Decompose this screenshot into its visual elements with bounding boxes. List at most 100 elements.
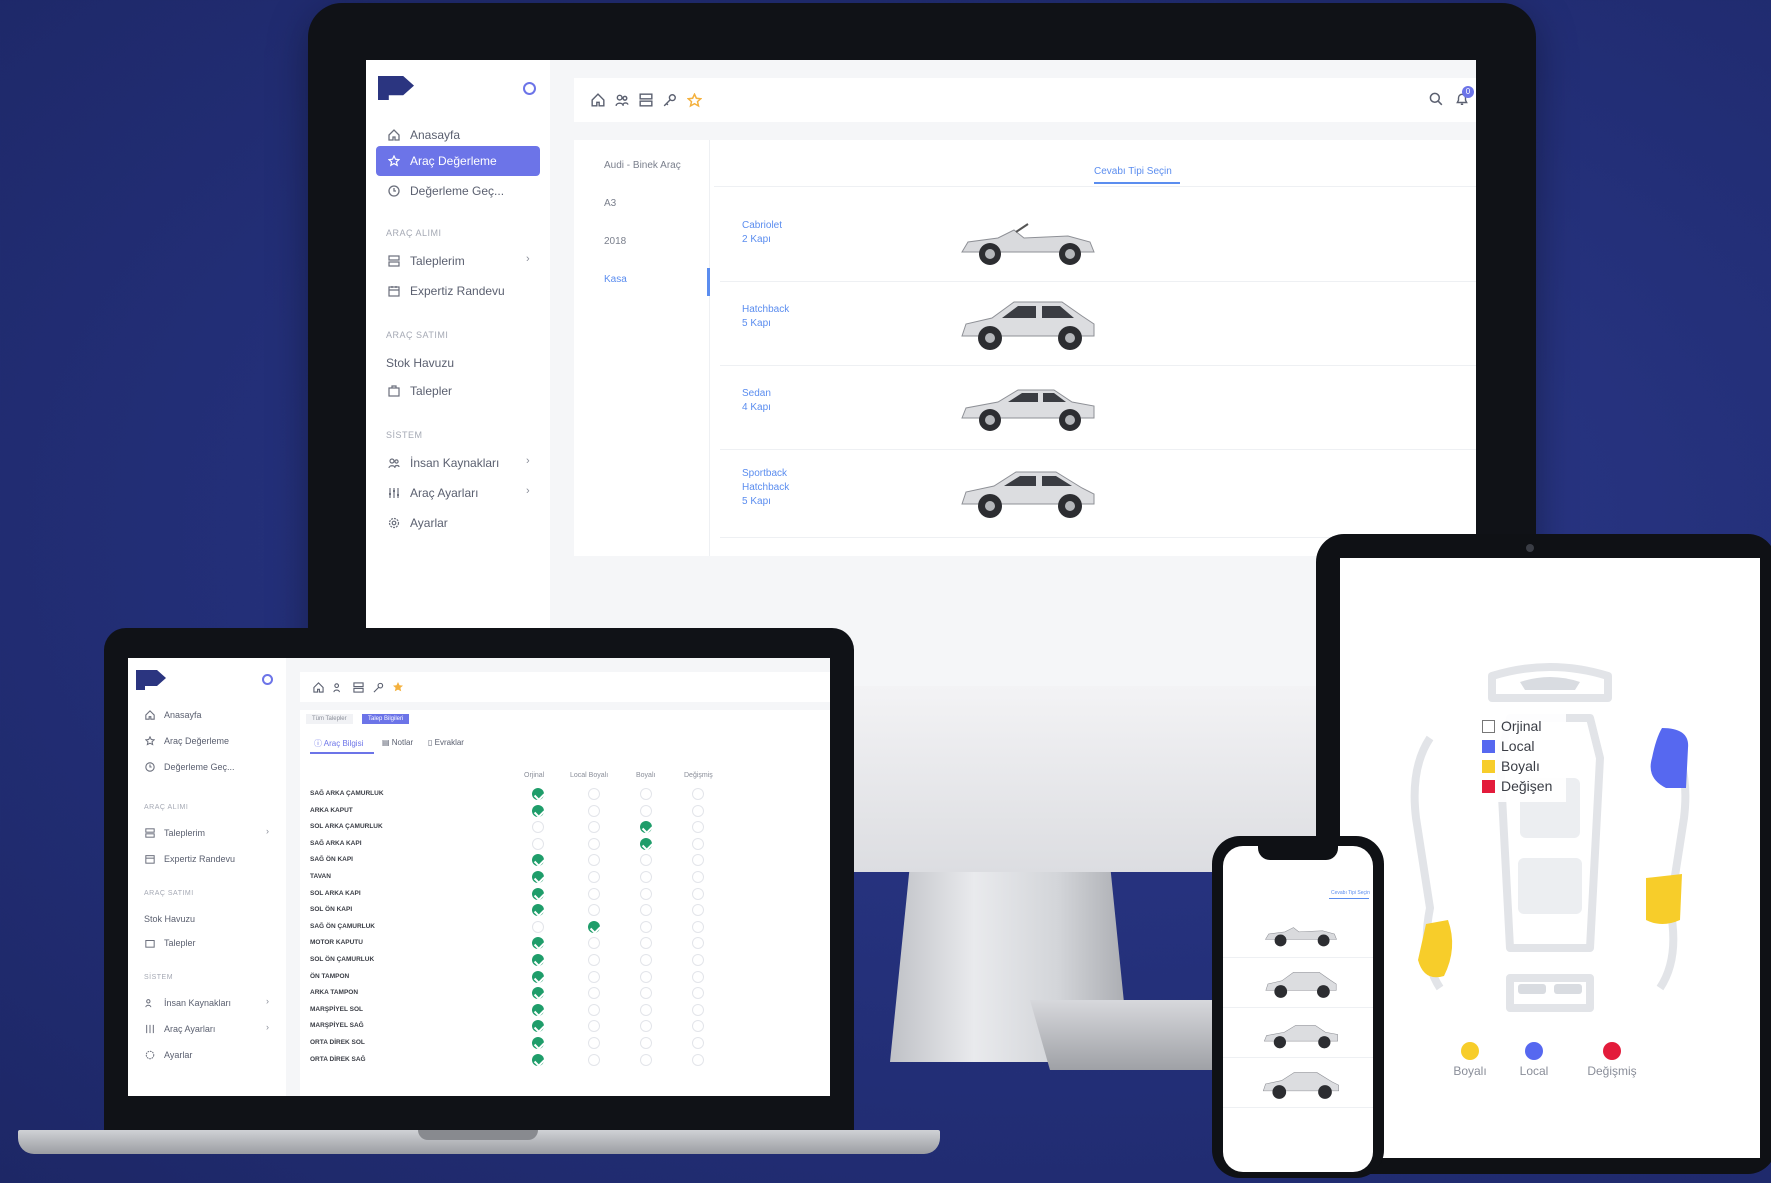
- star-icon[interactable]: [388, 681, 408, 693]
- sidebar-item-ayarlar[interactable]: Ayarlar: [376, 510, 540, 536]
- unchecked-radio[interactable]: [532, 837, 544, 850]
- unchecked-radio[interactable]: [640, 854, 652, 867]
- unchecked-radio[interactable]: [588, 887, 600, 900]
- checked-radio[interactable]: [532, 937, 544, 950]
- unchecked-radio[interactable]: [588, 1003, 600, 1016]
- unchecked-radio[interactable]: [692, 854, 704, 867]
- body-option-sportback[interactable]: Sportback Hatchback 5 Kapı: [720, 450, 1476, 538]
- checked-radio[interactable]: [532, 1053, 544, 1066]
- sidebar-item-arac-degerleme[interactable]: Araç Değerleme: [144, 732, 229, 750]
- checked-radio[interactable]: [532, 1020, 544, 1033]
- home-icon[interactable]: [308, 681, 328, 693]
- unchecked-radio[interactable]: [692, 887, 704, 900]
- unchecked-radio[interactable]: [692, 970, 704, 983]
- collapse-sidebar-button[interactable]: [523, 82, 536, 95]
- checked-radio[interactable]: [640, 837, 652, 850]
- sidebar-item-anasayfa[interactable]: Anasayfa: [144, 706, 202, 724]
- phone-body-option-sedan[interactable]: [1223, 1008, 1373, 1058]
- sidebar-item-insan-kaynaklari[interactable]: İnsan Kaynakları: [144, 994, 231, 1012]
- checked-radio[interactable]: [532, 804, 544, 817]
- subtab-arac-bilgisi[interactable]: ⓘ Araç Bilgisi: [314, 738, 363, 749]
- tab-cevabi-tipi[interactable]: Cevabı Tipi Seçin: [1094, 166, 1172, 177]
- checked-radio[interactable]: [588, 920, 600, 933]
- sidebar-item-insan-kaynaklari[interactable]: İnsan Kaynakları: [376, 450, 540, 476]
- tab-talep-bilgileri[interactable]: Talep Bilgileri: [362, 714, 410, 724]
- unchecked-radio[interactable]: [692, 954, 704, 966]
- subtab-notlar[interactable]: ▤ Notlar: [382, 738, 413, 747]
- unchecked-radio[interactable]: [640, 788, 652, 800]
- key-icon[interactable]: [658, 93, 682, 107]
- checked-radio[interactable]: [532, 788, 544, 800]
- phone-body-option-cabriolet[interactable]: [1223, 908, 1373, 958]
- sidebar-item-taleplerim[interactable]: Taleplerim: [144, 824, 205, 842]
- unchecked-radio[interactable]: [640, 871, 652, 883]
- unchecked-radio[interactable]: [588, 987, 600, 1000]
- unchecked-radio[interactable]: [588, 854, 600, 867]
- unchecked-radio[interactable]: [692, 821, 704, 834]
- unchecked-radio[interactable]: [692, 1020, 704, 1033]
- sidebar-item-stok-havuzu[interactable]: Stok Havuzu: [144, 910, 195, 928]
- phone-body-option-sportback[interactable]: [1223, 1058, 1373, 1108]
- unchecked-radio[interactable]: [692, 871, 704, 883]
- users-icon[interactable]: [610, 93, 634, 107]
- unchecked-radio[interactable]: [640, 904, 652, 917]
- sidebar-item-taleplerim[interactable]: Taleplerim: [376, 248, 540, 274]
- unchecked-radio[interactable]: [640, 970, 652, 983]
- unchecked-radio[interactable]: [640, 937, 652, 950]
- tab-tum-talepler[interactable]: Tüm Talepler: [306, 714, 353, 724]
- unchecked-radio[interactable]: [692, 1053, 704, 1066]
- sidebar-item-arac-ayarlari[interactable]: Araç Ayarları: [376, 480, 540, 506]
- unchecked-radio[interactable]: [588, 837, 600, 850]
- sidebar-item-talepler[interactable]: Talepler: [144, 934, 196, 952]
- checked-radio[interactable]: [532, 887, 544, 900]
- step-brand[interactable]: Audi - Binek Araç: [604, 160, 681, 171]
- checked-radio[interactable]: [640, 821, 652, 834]
- unchecked-radio[interactable]: [588, 970, 600, 983]
- search-icon[interactable]: [1428, 92, 1444, 106]
- unchecked-radio[interactable]: [588, 871, 600, 883]
- unchecked-radio[interactable]: [640, 920, 652, 933]
- unchecked-radio[interactable]: [588, 954, 600, 966]
- home-icon[interactable]: [586, 93, 610, 107]
- unchecked-radio[interactable]: [588, 804, 600, 817]
- unchecked-radio[interactable]: [532, 821, 544, 834]
- phone-body-option-hatchback[interactable]: [1223, 958, 1373, 1008]
- sidebar-item-talepler[interactable]: Talepler: [376, 378, 540, 404]
- checked-radio[interactable]: [532, 854, 544, 867]
- unchecked-radio[interactable]: [640, 954, 652, 966]
- users-icon[interactable]: [328, 682, 348, 693]
- checked-radio[interactable]: [532, 987, 544, 1000]
- list-icon[interactable]: [634, 93, 658, 107]
- key-icon[interactable]: [368, 682, 388, 693]
- sidebar-item-ayarlar[interactable]: Ayarlar: [144, 1046, 192, 1064]
- unchecked-radio[interactable]: [640, 887, 652, 900]
- sidebar-item-expertiz-randevu[interactable]: Expertiz Randevu: [144, 850, 235, 868]
- body-option-hatchback[interactable]: Hatchback 5 Kapı: [720, 282, 1476, 366]
- unchecked-radio[interactable]: [640, 987, 652, 1000]
- list-icon[interactable]: [348, 681, 368, 693]
- unchecked-radio[interactable]: [588, 904, 600, 917]
- unchecked-radio[interactable]: [532, 920, 544, 933]
- unchecked-radio[interactable]: [640, 804, 652, 817]
- step-year[interactable]: 2018: [604, 236, 626, 247]
- unchecked-radio[interactable]: [588, 788, 600, 800]
- checked-radio[interactable]: [532, 1037, 544, 1049]
- unchecked-radio[interactable]: [692, 987, 704, 1000]
- unchecked-radio[interactable]: [640, 1020, 652, 1033]
- body-option-cabriolet[interactable]: Cabriolet 2 Kapı: [720, 200, 1476, 282]
- sidebar-item-anasayfa[interactable]: Anasayfa: [376, 122, 540, 148]
- checked-radio[interactable]: [532, 954, 544, 966]
- unchecked-radio[interactable]: [588, 821, 600, 834]
- unchecked-radio[interactable]: [588, 1053, 600, 1066]
- unchecked-radio[interactable]: [588, 1037, 600, 1049]
- subtab-evraklar[interactable]: ▯ Evraklar: [428, 738, 464, 747]
- unchecked-radio[interactable]: [692, 804, 704, 817]
- sidebar-item-arac-ayarlari[interactable]: Araç Ayarları: [144, 1020, 215, 1038]
- phone-tab-label[interactable]: Cevabı Tipi Seçin: [1331, 890, 1370, 896]
- checked-radio[interactable]: [532, 1003, 544, 1016]
- sidebar-item-stok-havuzu[interactable]: Stok Havuzu: [376, 350, 540, 376]
- step-body[interactable]: Kasa: [604, 274, 627, 285]
- unchecked-radio[interactable]: [692, 904, 704, 917]
- unchecked-radio[interactable]: [692, 937, 704, 950]
- unchecked-radio[interactable]: [692, 920, 704, 933]
